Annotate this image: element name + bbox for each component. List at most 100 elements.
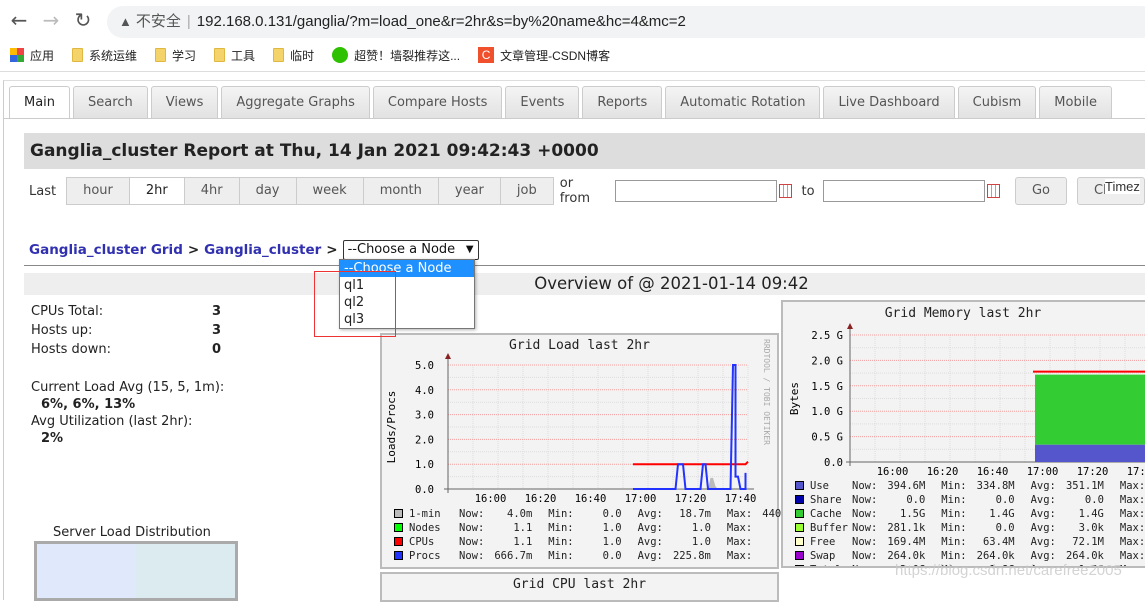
tab-live-dashboard[interactable]: Live Dashboard [823, 86, 955, 118]
stat-label: Now: [852, 480, 878, 492]
legend-row: ShareNow:0.0Min:0.0Avg:0.0Max:0.0 [795, 493, 1145, 507]
server-load-chart[interactable] [34, 541, 238, 601]
stat-label: Min: [941, 480, 967, 492]
stat-label: Min: [548, 508, 574, 520]
legend-swatch [795, 523, 804, 532]
stat-label: Max: [726, 522, 753, 534]
divider [24, 265, 1145, 266]
tab-compare-hosts[interactable]: Compare Hosts [372, 86, 503, 118]
address-bar[interactable]: ▲ 不安全 | 192.168.0.131/ganglia/?m=load_one&r… [107, 6, 1145, 38]
stat-label: Min: [941, 550, 967, 562]
stat-label: Now: [459, 522, 485, 534]
load-avg-value: 6%, 6%, 13% [41, 397, 136, 412]
legend-swatch [795, 565, 804, 566]
y-tick-label: 1.0 [415, 459, 434, 471]
bookmark-item[interactable]: 临时 [273, 47, 314, 64]
bookmark-item[interactable]: 应用 [10, 47, 54, 64]
stat-value: 1.5G [900, 508, 926, 520]
range-job-button[interactable]: job [499, 177, 554, 205]
node-select[interactable]: --Choose a Node ▼ [342, 240, 479, 260]
breadcrumb-grid-link[interactable]: Ganglia_cluster Grid [29, 242, 183, 258]
last-label: Last [29, 183, 57, 199]
bookmark-item[interactable]: 学习 [155, 47, 196, 64]
tab-aggregate-graphs[interactable]: Aggregate Graphs [221, 86, 370, 118]
stat-value: 264.0k [887, 550, 926, 562]
watermark-text: https://blog.csdn.net/carefree2005 [895, 562, 1122, 579]
tab-events[interactable]: Events [505, 86, 580, 118]
timezone-label: Timez [1105, 179, 1140, 194]
stat-value: 0.0 [995, 522, 1015, 534]
breadcrumb-cluster-link[interactable]: Ganglia_cluster [204, 242, 321, 258]
grid-load-graph[interactable]: Grid Load last 2hr RRDTOOL / TOBI OETIKE… [380, 333, 800, 569]
graph-title: Grid CPU last 2hr [512, 577, 647, 592]
bookmark-item[interactable]: 系统运维 [72, 47, 137, 64]
stat-value: 264.0k [976, 550, 1015, 562]
tab-mobile[interactable]: Mobile [1039, 86, 1112, 118]
from-date-input[interactable] [615, 180, 778, 202]
stat-value: 351.1M [1065, 480, 1104, 492]
y-tick-label: 4.0 [415, 385, 434, 397]
bookmark-label: 超赞！墙裂推荐这... [354, 48, 461, 63]
bookmark-item[interactable]: 工具 [214, 47, 255, 64]
tab-main[interactable]: Main [9, 86, 71, 118]
series-name: Use [810, 480, 829, 492]
tab-search[interactable]: Search [73, 86, 148, 118]
legend-swatch [394, 537, 403, 546]
stat-label: Avg: [1030, 480, 1056, 492]
range-hour-button[interactable]: hour [66, 177, 130, 205]
stat-value: 0.0 [602, 508, 622, 520]
tab-automatic-rotation[interactable]: Automatic Rotation [665, 86, 821, 118]
stat-label: Avg: [1030, 550, 1056, 562]
series-area-use [1035, 444, 1145, 462]
legend-row: ProcsNow:666.7mMin:0.0Avg:225.8mMax:5.0 [394, 549, 816, 563]
stat-value: 394.6M [887, 480, 926, 492]
x-tick-label: 17:20 [1077, 466, 1109, 478]
stat-label: Now: [852, 550, 878, 562]
forward-icon[interactable]: → [39, 8, 63, 32]
calendar-icon[interactable] [779, 184, 793, 198]
to-date-input[interactable] [822, 180, 985, 202]
grid-memory-graph[interactable]: Grid Memory last 2hr 2.5 G 2.0 G 1.5 G 1.0 … [781, 300, 1145, 568]
tab-cubism[interactable]: Cubism [957, 86, 1037, 118]
stat-value: 1.1 [513, 522, 533, 534]
breadcrumb: Ganglia_cluster Grid > Ganglia_cluster >… [29, 240, 479, 260]
range-day-button[interactable]: day [238, 177, 297, 205]
range-month-button[interactable]: month [362, 177, 439, 205]
back-icon[interactable]: ← [7, 8, 31, 32]
hosts-up-label: Hosts up: [31, 323, 93, 338]
axis-arrow [847, 323, 853, 329]
range-week-button[interactable]: week [295, 177, 364, 205]
grid-cpu-graph[interactable]: Grid CPU last 2hr [380, 572, 779, 602]
insecure-label: 不安全 [135, 13, 181, 30]
browser-toolbar: ← → ↻ ▲ 不安全 | 192.168.0.131/ganglia/?m=load… [0, 0, 1145, 72]
go-button[interactable]: Go [1014, 177, 1067, 205]
stat-label: Max: [1119, 550, 1145, 562]
legend-row: UseNow:394.6MMin:334.8MAvg:351.1MMax:394… [795, 479, 1145, 493]
x-tick-label: 17:40 [725, 493, 757, 505]
folder-icon [214, 48, 226, 62]
range-2hr-button[interactable]: 2hr [128, 177, 185, 205]
legend-swatch [795, 495, 804, 504]
legend-swatch [795, 551, 804, 560]
stat-label: Now: [459, 508, 485, 520]
stat-label: Now: [852, 494, 878, 506]
stat-label: Min: [548, 550, 574, 562]
stat-value: 1.4G [989, 508, 1015, 520]
tab-views[interactable]: Views [150, 86, 219, 118]
stat-label: Avg: [1030, 494, 1056, 506]
range-year-button[interactable]: year [437, 177, 501, 205]
breadcrumb-separator: > [187, 242, 200, 258]
x-tick-label: 17:40 [1127, 466, 1145, 478]
legend-swatch [795, 481, 804, 490]
stat-label: Max: [726, 550, 753, 562]
tab-reports[interactable]: Reports [582, 86, 663, 118]
stat-label: Avg: [637, 536, 663, 548]
calendar-icon[interactable] [986, 184, 1000, 198]
reload-icon[interactable]: ↻ [71, 8, 95, 32]
stat-label: Avg: [637, 508, 663, 520]
x-tick-label: 16:20 [525, 493, 557, 505]
bookmark-item[interactable]: 超赞！墙裂推荐这... [332, 47, 460, 64]
stat-label: Now: [852, 508, 878, 520]
bookmark-item[interactable]: C 文章管理-CSDN博客 [478, 47, 610, 64]
range-4hr-button[interactable]: 4hr [183, 177, 240, 205]
